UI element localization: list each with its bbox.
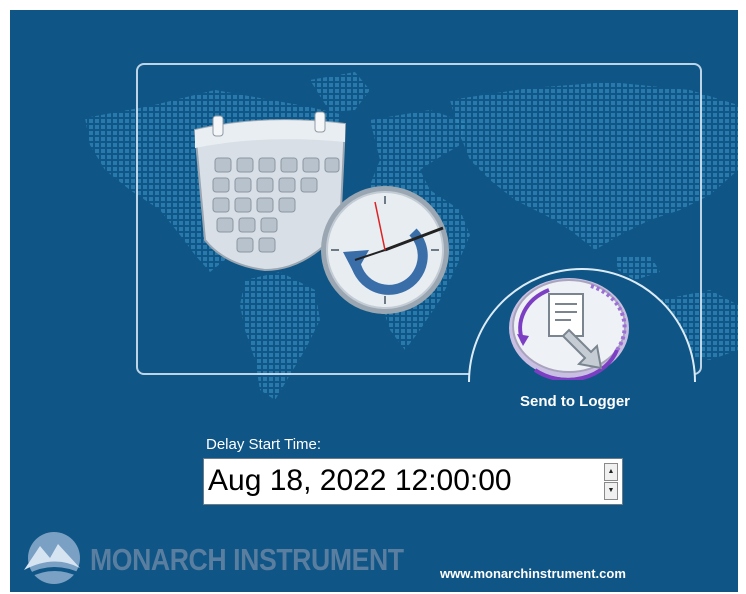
delay-start-time-picker[interactable]: Aug 18, 2022 12:00:00 ▲ ▼	[203, 458, 623, 505]
document-send-icon	[509, 278, 629, 380]
app-window: Send to Logger Delay Start Time: Aug 18,…	[10, 10, 738, 592]
send-to-logger-label[interactable]: Send to Logger	[480, 393, 670, 410]
delay-start-time-value[interactable]: Aug 18, 2022 12:00:00	[208, 463, 512, 499]
spin-down-button[interactable]: ▼	[604, 482, 618, 500]
send-to-logger-button[interactable]	[505, 272, 633, 380]
website-link[interactable]: www.monarchinstrument.com	[440, 566, 626, 581]
calendar-clock-graphic	[193, 111, 449, 314]
delay-start-time-label: Delay Start Time:	[206, 436, 322, 453]
monarch-logo-icon	[24, 532, 83, 584]
time-spinner[interactable]: ▲ ▼	[604, 463, 618, 500]
spin-up-button[interactable]: ▲	[604, 463, 618, 481]
clock-icon	[321, 186, 449, 314]
brand-name: MONARCH INSTRUMENT	[90, 542, 404, 577]
